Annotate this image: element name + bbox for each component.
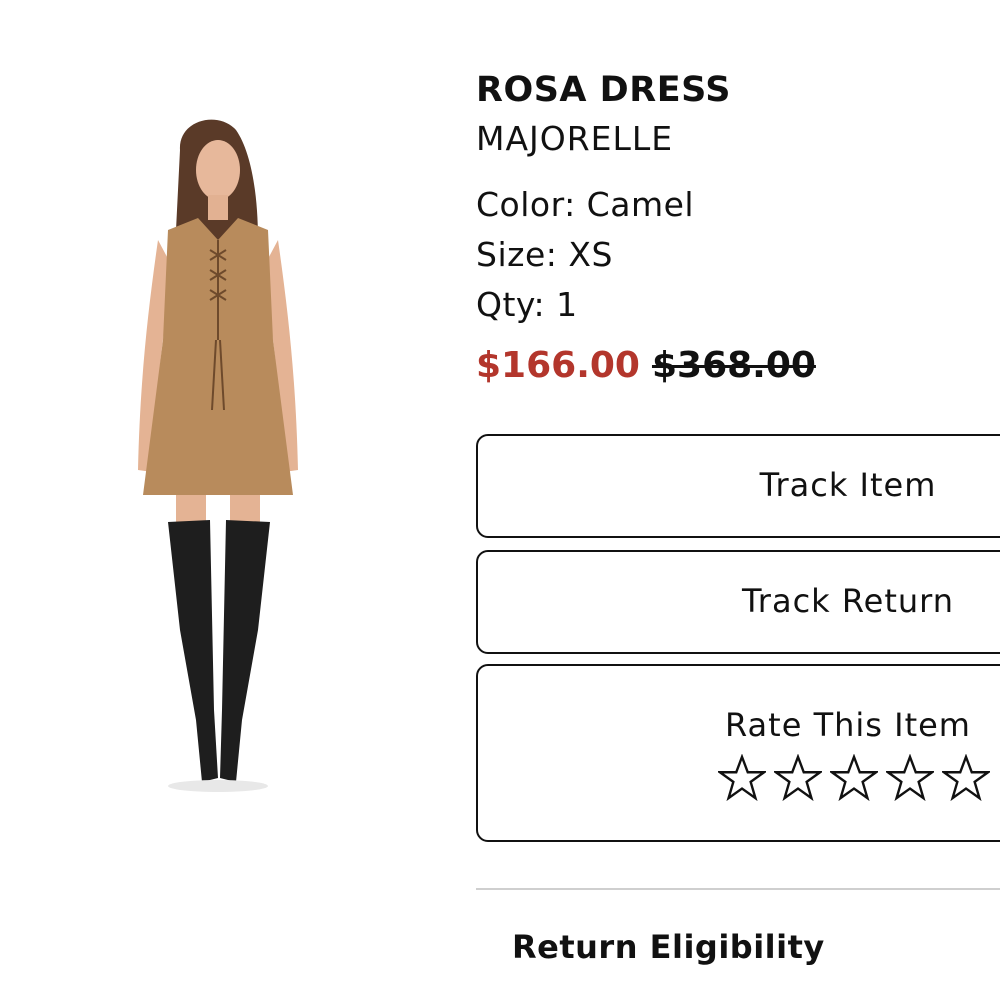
product-details: ROSA DRESS MAJORELLE Color: Camel Size: … (476, 66, 1000, 392)
rate-item-label: Rate This Item (725, 706, 971, 744)
track-item-label: Track Item (759, 466, 937, 504)
star-rating[interactable] (718, 754, 990, 802)
product-color: Color: Camel (476, 185, 695, 224)
star-icon-2[interactable] (774, 754, 822, 802)
track-item-button[interactable]: Track Item (476, 434, 1000, 538)
sale-price: $166.00 (476, 345, 640, 386)
return-eligibility-heading[interactable]: Return Eligibility (512, 928, 825, 966)
track-return-label: Track Return (741, 582, 955, 620)
rate-item-panel: Rate This Item (476, 664, 1000, 842)
star-icon-4[interactable] (886, 754, 934, 802)
star-icon-1[interactable] (718, 754, 766, 802)
product-qty: Qty: 1 (476, 285, 578, 324)
star-icon-5[interactable] (942, 754, 990, 802)
product-image[interactable] (118, 110, 318, 800)
product-brand[interactable]: MAJORELLE (476, 118, 1000, 160)
product-attributes: Color: Camel Size: XS Qty: 1 (476, 180, 1000, 330)
star-icon-3[interactable] (830, 754, 878, 802)
product-size: Size: XS (476, 235, 613, 274)
section-divider (476, 888, 1000, 890)
original-price: $368.00 (651, 345, 816, 386)
track-return-button[interactable]: Track Return (476, 550, 1000, 654)
product-name[interactable]: ROSA DRESS (476, 66, 1000, 114)
order-item-page: ROSA DRESS MAJORELLE Color: Camel Size: … (0, 0, 1000, 1000)
price-block: $166.00 $368.00 (476, 340, 1000, 392)
